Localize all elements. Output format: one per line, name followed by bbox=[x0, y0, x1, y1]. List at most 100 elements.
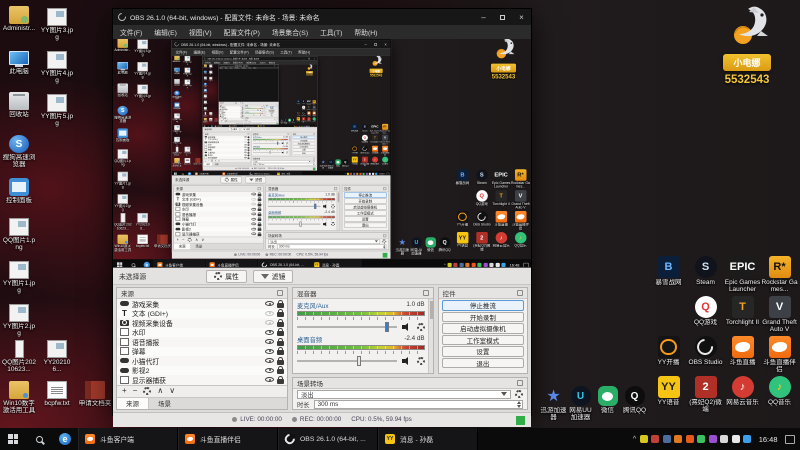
lock-icon[interactable] bbox=[277, 318, 284, 327]
channel-settings-icon[interactable] bbox=[416, 356, 425, 365]
taskbar-button-message-sunlei[interactable]: 消息 - 孙磊 bbox=[378, 428, 478, 450]
channel-settings-icon[interactable] bbox=[416, 322, 425, 331]
menu-item-profile[interactable]: 配置文件(P) bbox=[224, 27, 260, 37]
desktop-icon-recycle-bin[interactable]: 回收站 bbox=[2, 92, 36, 126]
move-up-icon[interactable]: ∧ bbox=[157, 387, 163, 395]
lock-icon[interactable] bbox=[277, 299, 284, 308]
mixer-scrollbar[interactable] bbox=[427, 299, 433, 373]
source-row-watermark[interactable]: 水印 bbox=[117, 328, 287, 337]
speaker-icon[interactable] bbox=[401, 356, 412, 365]
visibility-eye-icon[interactable] bbox=[265, 310, 274, 316]
properties-button[interactable]: 属性 bbox=[206, 269, 247, 283]
desktop-icon-qq-music[interactable]: QQ音乐 bbox=[761, 376, 798, 410]
source-row-danmaku[interactable]: 弹幕 bbox=[117, 347, 287, 356]
desktop-icon-xunyou-accelerator[interactable]: 迅游加速器 bbox=[540, 386, 567, 421]
desktop-icon-yy-image-1[interactable]: YY图片1.jpg bbox=[2, 261, 36, 295]
search-button[interactable] bbox=[26, 428, 52, 450]
dock-tab-sources[interactable]: 来源 bbox=[117, 397, 149, 409]
visibility-eye-icon[interactable] bbox=[265, 339, 274, 345]
desktop-icon-yy-image-4[interactable]: YY图片4.jpg bbox=[40, 51, 74, 85]
desktop-icon-this-pc[interactable]: 此电脑 bbox=[2, 49, 36, 83]
desktop-icon-xifei-q2[interactable]: (熹妃Q2)微端 bbox=[687, 376, 724, 413]
dock-pin-icon[interactable] bbox=[517, 290, 523, 296]
exit-button[interactable]: 退出 bbox=[441, 357, 524, 368]
desktop-icon-qq-game[interactable]: QQ游戏 bbox=[687, 296, 724, 330]
graphics-tray-icon[interactable] bbox=[708, 435, 717, 443]
desktop-icon-douyu-live[interactable]: 斗鱼直播 bbox=[724, 336, 761, 370]
volume-slider[interactable] bbox=[297, 355, 397, 366]
source-row-xiaomao-daida[interactable]: 小猫代打 bbox=[117, 356, 287, 366]
lock-icon[interactable] bbox=[277, 309, 284, 318]
duration-stepper[interactable] bbox=[517, 400, 521, 408]
transition-select[interactable]: 淡出 bbox=[297, 389, 511, 399]
taskbar-clock[interactable]: 16:48 bbox=[759, 435, 778, 444]
add-source-icon[interactable]: + bbox=[122, 387, 127, 395]
mixer-dock-header[interactable]: 混音器 bbox=[293, 288, 433, 299]
desktop-icon-wechat[interactable]: 微信 bbox=[594, 386, 621, 420]
duration-input[interactable]: 300 ms bbox=[313, 399, 523, 409]
source-row-voice-broadcast[interactable]: 语音播报 bbox=[117, 337, 287, 347]
transitions-dock-header[interactable]: 场景转场 bbox=[293, 377, 527, 389]
security-tray-icon[interactable] bbox=[651, 435, 660, 443]
step-up-icon[interactable] bbox=[517, 400, 521, 404]
desktop-icon-yy-202106[interactable]: YY202106... bbox=[40, 340, 74, 374]
desktop-icon-torchlight-2[interactable]: Torchlight II bbox=[724, 296, 761, 330]
desktop-icon-shenqing-doc[interactable]: 申请文档夹 bbox=[78, 381, 112, 415]
visibility-eye-icon[interactable] bbox=[265, 358, 274, 364]
dock-pin-icon[interactable] bbox=[517, 379, 523, 386]
yy-tray-icon[interactable] bbox=[639, 435, 648, 443]
lock-icon[interactable] bbox=[277, 328, 284, 337]
lock-icon[interactable] bbox=[277, 337, 284, 346]
obs-preview[interactable]: Administr... 此电脑 回收站 搜狗高速浏览器 控制面板 YY图片3.… bbox=[113, 39, 531, 267]
desktop-icon-tencent-qq[interactable]: 腾讯QQ bbox=[621, 386, 648, 420]
menu-item-file[interactable]: 文件(F) bbox=[120, 27, 142, 37]
menu-item-help[interactable]: 帮助(H) bbox=[354, 27, 377, 37]
desktop-icon-epic-games-launcher[interactable]: Epic Games Launcher bbox=[724, 256, 761, 293]
bluetooth-tray-icon[interactable] bbox=[743, 435, 752, 443]
obs-title-bar[interactable]: OBS 26.1.0 (64-bit, windows) - 配置文件: 未命名… bbox=[113, 9, 531, 25]
remove-source-icon[interactable]: − bbox=[133, 387, 138, 395]
uu-tray-icon[interactable] bbox=[662, 435, 671, 443]
desktop-icon-gta-v[interactable]: Grand Theft Auto V bbox=[761, 296, 798, 333]
obs-preview-canvas[interactable]: Administr... 此电脑 回收站 搜狗高速浏览器 控制面板 YY图片3.… bbox=[113, 39, 531, 267]
desktop-icon-rockstar-games[interactable]: Rockstar Games... bbox=[761, 256, 798, 293]
dock-tab-scenes[interactable]: 场景 bbox=[149, 398, 180, 409]
desktop-icon-yy-kaibo[interactable]: YY开播 bbox=[650, 336, 687, 370]
filters-button[interactable]: 滤镜 bbox=[252, 269, 294, 283]
source-row-yingshi-2[interactable]: 影视2 bbox=[117, 366, 287, 375]
volume-tray-icon[interactable] bbox=[731, 435, 740, 443]
source-row-display-capture[interactable]: 显示器捕获 bbox=[117, 375, 287, 385]
desktop-icon-qq-image-20210623[interactable]: QQ图片20210623... bbox=[2, 340, 36, 374]
desktop-icon-obs-studio[interactable]: OBS Studio bbox=[687, 336, 724, 370]
visibility-eye-icon[interactable] bbox=[265, 320, 274, 326]
browser-taskbar-button[interactable]: e bbox=[52, 428, 78, 450]
stop-streaming-button[interactable]: 停止推流 bbox=[441, 300, 524, 311]
volume-slider[interactable] bbox=[297, 321, 397, 332]
start-recording-button[interactable]: 开始录制 bbox=[441, 311, 524, 322]
visibility-eye-icon[interactable] bbox=[265, 301, 274, 307]
source-row-game-capture[interactable]: 游戏采集 bbox=[117, 299, 287, 309]
studio-mode-button[interactable]: 工作室模式 bbox=[441, 334, 524, 345]
desktop-icon-douyu-companion[interactable]: 斗鱼直播伴侣 bbox=[761, 336, 798, 373]
close-button[interactable]: × bbox=[512, 9, 531, 25]
start-button[interactable] bbox=[0, 428, 26, 450]
sources-dock-header[interactable]: 来源 bbox=[117, 288, 287, 299]
lock-icon[interactable] bbox=[277, 356, 284, 365]
upload-status-tray-icon[interactable] bbox=[697, 435, 706, 443]
taskbar-button-obs[interactable]: OBS 26.1.0 (64-bit, ... bbox=[278, 428, 378, 450]
minimize-button[interactable]: – bbox=[474, 9, 493, 25]
douyu-tray-icon[interactable] bbox=[674, 435, 683, 443]
desktop-icon-control-panel[interactable]: 控制面板 bbox=[2, 178, 36, 212]
desktop-icon-yy-image-5[interactable]: YY图片5.jpg bbox=[40, 94, 74, 128]
menu-item-view[interactable]: 视图(V) bbox=[189, 27, 212, 37]
lock-icon[interactable] bbox=[277, 375, 284, 384]
menu-item-edit[interactable]: 编辑(E) bbox=[154, 27, 177, 37]
lock-icon[interactable] bbox=[277, 347, 284, 356]
desktop-icon-yy-voice[interactable]: YY语音 bbox=[650, 376, 687, 410]
desktop-icon-battlenet[interactable]: 暴雪战网 bbox=[650, 256, 687, 290]
menu-item-scene-collection[interactable]: 场景集合(S) bbox=[272, 27, 308, 37]
move-down-icon[interactable]: ∨ bbox=[169, 387, 175, 395]
headset-tray-icon[interactable] bbox=[720, 435, 729, 443]
desktop-icon-yy-image-2[interactable]: YY图片2.jpg bbox=[2, 304, 36, 338]
desktop-icon-netease-music[interactable]: 网易云音乐 bbox=[724, 376, 761, 410]
